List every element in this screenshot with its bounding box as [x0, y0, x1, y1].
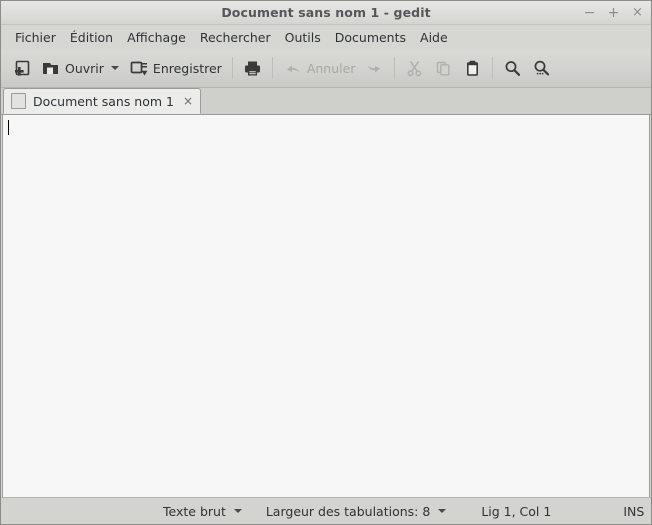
open-button[interactable]: Ouvrir	[36, 53, 124, 83]
tabbar: Document sans nom 1 ×	[1, 88, 651, 115]
save-button[interactable]: Enregistrer	[124, 53, 227, 83]
language-selector[interactable]: Texte brut	[163, 504, 242, 519]
text-editor-area[interactable]	[2, 115, 650, 497]
save-button-label: Enregistrer	[152, 60, 222, 76]
undo-icon	[283, 59, 302, 78]
toolbar-separator-3	[394, 57, 396, 79]
chevron-down-icon[interactable]	[233, 509, 242, 513]
document-tab[interactable]: Document sans nom 1 ×	[3, 88, 202, 114]
statusbar: Texte brut Largeur des tabulations: 8 Li…	[1, 497, 651, 524]
minimize-button[interactable]: −	[582, 4, 597, 21]
toolbar-separator-4	[492, 57, 494, 79]
redo-icon	[365, 59, 384, 78]
tab-width-label: Largeur des tabulations: 8	[265, 503, 431, 519]
search-replace-icon	[532, 59, 551, 78]
window-title: Document sans nom 1 - gedit	[221, 5, 431, 20]
toolbar: Ouvrir Enregistrer Annuler	[1, 49, 651, 88]
language-label: Texte brut	[163, 503, 226, 519]
new-document-icon	[12, 59, 31, 78]
cursor-position-label: Lig 1, Col 1	[481, 503, 552, 519]
menu-item-outils[interactable]: Outils	[278, 28, 328, 47]
undo-button[interactable]: Annuler	[278, 53, 361, 83]
tab-width-selector[interactable]: Largeur des tabulations: 8	[265, 503, 447, 519]
menu-item-rechercher[interactable]: Rechercher	[193, 28, 278, 47]
replace-button[interactable]	[527, 53, 556, 83]
undo-button-label: Annuler	[306, 60, 356, 76]
maximize-button[interactable]: +	[606, 4, 621, 21]
folder-icon	[41, 59, 60, 78]
menu-item-documents[interactable]: Documents	[328, 28, 413, 47]
text-cursor	[8, 120, 9, 135]
find-button[interactable]	[498, 53, 527, 83]
window-controls: − + ×	[582, 1, 645, 24]
scissors-icon	[405, 59, 424, 78]
open-button-label: Ouvrir	[65, 60, 104, 76]
toolbar-separator-2	[271, 57, 273, 79]
menubar: Fichier Édition Affichage Rechercher Out…	[1, 25, 651, 49]
chevron-down-icon[interactable]	[438, 509, 447, 513]
tab-close-icon[interactable]: ×	[183, 95, 193, 107]
menu-item-edition[interactable]: Édition	[63, 28, 120, 47]
menu-item-affichage[interactable]: Affichage	[120, 28, 193, 47]
document-icon	[11, 93, 26, 109]
document-tab-label: Document sans nom 1	[33, 93, 174, 109]
close-button[interactable]: ×	[630, 4, 645, 21]
print-button[interactable]	[238, 53, 267, 83]
copy-button[interactable]	[429, 53, 458, 83]
redo-button[interactable]	[360, 53, 389, 83]
cut-button[interactable]	[400, 53, 429, 83]
copy-icon	[434, 59, 453, 78]
insert-mode-indicator: INS	[623, 504, 644, 519]
toolbar-separator-1	[231, 57, 233, 79]
chevron-down-icon[interactable]	[110, 66, 119, 70]
cursor-position: Lig 1, Col 1	[481, 504, 551, 519]
titlebar: Document sans nom 1 - gedit − + ×	[1, 1, 651, 25]
menu-item-aide[interactable]: Aide	[413, 28, 455, 47]
gedit-window: Document sans nom 1 - gedit − + × Fichie…	[0, 0, 652, 525]
search-icon	[503, 59, 522, 78]
menu-item-fichier[interactable]: Fichier	[8, 28, 63, 47]
paste-button[interactable]	[458, 53, 487, 83]
clipboard-icon	[463, 59, 482, 78]
insert-mode-label: INS	[623, 503, 645, 519]
printer-icon	[243, 59, 262, 78]
save-icon	[129, 59, 148, 78]
editor-content	[3, 115, 649, 123]
new-document-button[interactable]	[7, 53, 36, 83]
